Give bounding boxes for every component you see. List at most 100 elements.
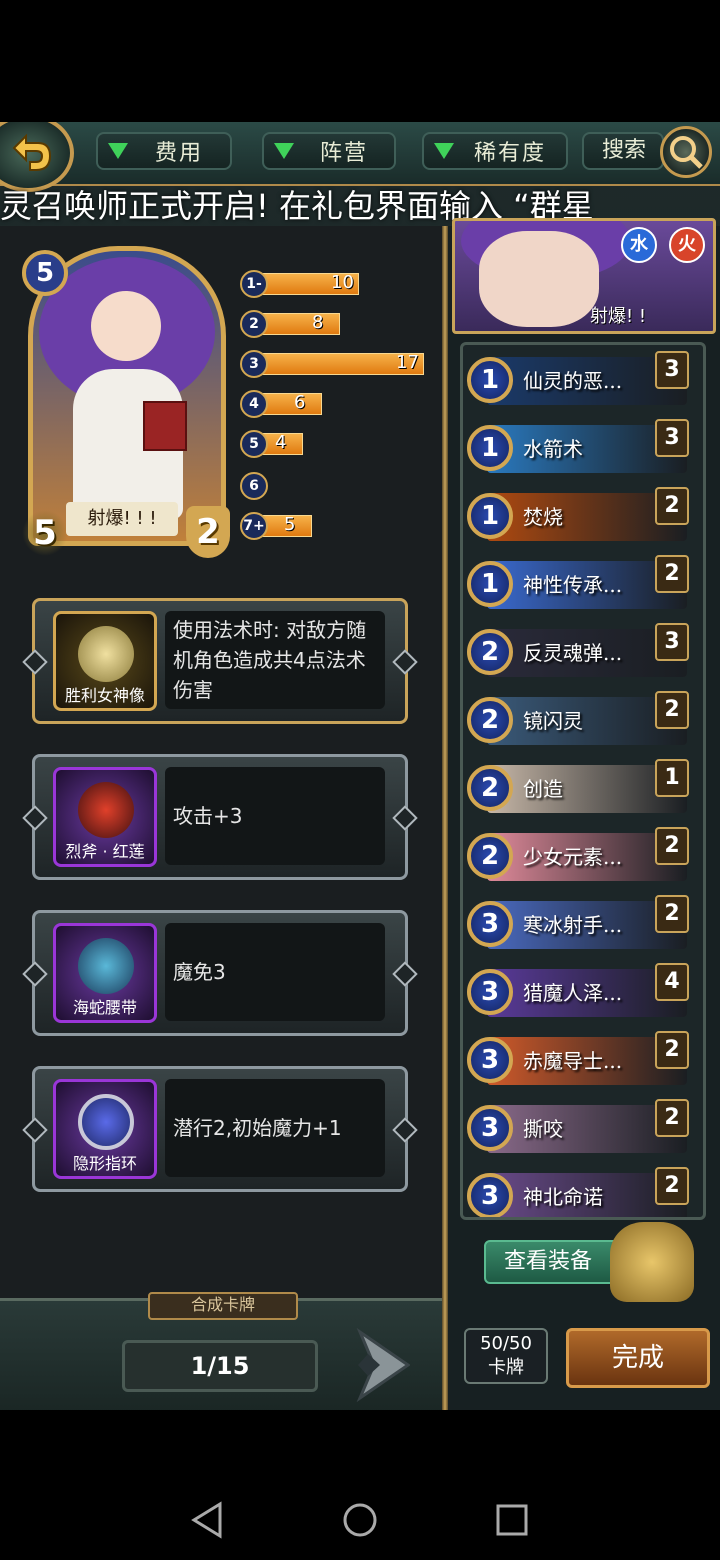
faction-filter-button[interactable]: 阵营 [262, 132, 396, 170]
card-cost-icon: 3 [467, 1105, 513, 1151]
card-name: 赤魔导士... [523, 1049, 623, 1073]
card-quantity: 2 [655, 1167, 689, 1205]
mana-curve-cost-icon: 1- [240, 270, 268, 298]
equipment-description: 潜行2,初始魔力+1 [165, 1079, 385, 1177]
deck-card-row[interactable]: 3 撕咬 2 [467, 1099, 691, 1157]
back-arrow-icon [12, 134, 52, 171]
card-cost-icon: 3 [467, 1173, 513, 1217]
deck-card-row[interactable]: 1 水箭术 3 [467, 419, 691, 477]
deck-card-row[interactable]: 3 寒冰射手... 2 [467, 895, 691, 953]
deck-card-count: 50/50 卡牌 [464, 1328, 548, 1384]
helmet-icon [610, 1222, 694, 1302]
card-attack: 5 [22, 510, 68, 556]
card-cost-icon: 1 [467, 425, 513, 471]
mana-curve-cost-icon: 3 [240, 350, 268, 378]
deck-card-row[interactable]: 2 反灵魂弹... 3 [467, 623, 691, 681]
cost-filter-button[interactable]: 费用 [96, 132, 232, 170]
mana-curve-count: 5 [284, 514, 296, 535]
mana-curve-cost-icon: 4 [240, 390, 268, 418]
next-page-arrow-icon[interactable] [350, 1327, 411, 1403]
mana-curve-cost-icon: 6 [240, 472, 268, 500]
card-cost-icon: 1 [467, 357, 513, 403]
synthesize-cards-tab[interactable]: 合成卡牌 [148, 1292, 298, 1320]
page-indicator: 1/15 [122, 1340, 318, 1392]
card-quantity: 2 [655, 827, 689, 865]
mana-curve-row: 10 1- [240, 270, 430, 300]
card-quantity: 2 [655, 487, 689, 525]
card-count-value: 50/50 [480, 1333, 532, 1354]
mana-curve-cost-icon: 7+ [240, 512, 268, 540]
deck-card-row[interactable]: 2 创造 1 [467, 759, 691, 817]
rarity-filter-label: 稀有度 [473, 141, 546, 166]
card-quantity: 4 [655, 963, 689, 1001]
deck-card-row[interactable]: 2 镜闪灵 2 [467, 691, 691, 749]
card-name: 焚烧 [523, 505, 563, 529]
card-name: 射爆! ! ! [66, 502, 178, 536]
card-name: 反灵魂弹... [523, 641, 623, 665]
back-button[interactable] [0, 122, 74, 192]
mana-curve-count: 6 [294, 392, 306, 413]
rarity-filter-button[interactable]: 稀有度 [422, 132, 568, 170]
fire-element-badge: 火 [669, 227, 705, 263]
card-name: 猎魔人泽... [523, 981, 623, 1005]
nav-home-icon[interactable] [342, 1502, 378, 1538]
card-quantity: 3 [655, 419, 689, 457]
card-cost-icon: 2 [467, 697, 513, 743]
axe-icon: 烈斧 · 红莲 [53, 767, 157, 867]
deck-card-row[interactable]: 3 神北命诺 2 [467, 1167, 691, 1217]
equipment-slot-4[interactable]: 隐形指环 潜行2,初始魔力+1 [22, 1066, 418, 1192]
deck-card-row[interactable]: 1 仙灵的恶... 3 [467, 351, 691, 409]
cost-filter-label: 费用 [154, 141, 203, 166]
deck-card-list[interactable]: 1 仙灵的恶... 3 1 水箭术 3 1 焚烧 2 1 神性传承... 2 2 反灵魂弹... 3 2 镜闪灵… [460, 342, 706, 1220]
nav-back-icon[interactable] [190, 1500, 224, 1540]
deck-card-row[interactable]: 2 少女元素... 2 [467, 827, 691, 885]
deck-card-row[interactable]: 1 神性传承... 2 [467, 555, 691, 613]
card-cost-icon: 1 [467, 561, 513, 607]
dropdown-triangle-icon [108, 143, 128, 159]
mana-curve-count: 8 [312, 312, 324, 333]
mana-curve-row: 45 [240, 430, 430, 460]
deck-card-row[interactable]: 1 焚烧 2 [467, 487, 691, 545]
done-button[interactable]: 完成 [566, 1328, 710, 1388]
card-name: 少女元素... [523, 845, 623, 869]
equipment-slot-2[interactable]: 烈斧 · 红莲 攻击+3 [22, 754, 418, 880]
equipment-description: 攻击+3 [165, 767, 385, 865]
mana-curve-bar [262, 393, 322, 415]
mana-curve-cost-icon: 5 [240, 430, 268, 458]
card-quantity: 2 [655, 555, 689, 593]
deck-card-row[interactable]: 3 赤魔导士... 2 [467, 1031, 691, 1089]
equipment-slot-1[interactable]: 胜利女神像 使用法术时: 对敌方随机角色造成共4点法术伤害 [22, 598, 418, 724]
water-element-badge: 水 [621, 227, 657, 263]
filter-bar: 费用 阵营 稀有度 搜索 [0, 122, 720, 192]
search-icon[interactable] [660, 126, 712, 178]
mana-curve-bar [262, 313, 340, 335]
nav-recents-icon[interactable] [496, 1504, 528, 1536]
system-nav-bar [0, 1410, 720, 1560]
card-quantity: 2 [655, 1099, 689, 1137]
belt-icon: 海蛇腰带 [53, 923, 157, 1023]
card-name: 撕咬 [523, 1117, 563, 1141]
mana-curve-row: 17 3 [240, 350, 430, 380]
card-cost-icon: 2 [467, 833, 513, 879]
deck-card-row[interactable]: 3 猎魔人泽... 4 [467, 963, 691, 1021]
equipment-description: 魔免3 [165, 923, 385, 1021]
mana-curve-row: 64 [240, 390, 430, 420]
victory-statue-icon: 胜利女神像 [53, 611, 157, 711]
card-health: 2 [186, 506, 230, 558]
card-cost-icon: 1 [467, 493, 513, 539]
mana-curve-row: 82 [240, 310, 430, 340]
card-name: 寒冰射手... [523, 913, 623, 937]
game-screen: 费用 阵营 稀有度 搜索 灵召唤师正式开启! 在礼包界面输入 “群星 5 5 射… [0, 122, 720, 1410]
card-cost-gem: 5 [22, 250, 68, 296]
equipment-slot-3[interactable]: 海蛇腰带 魔免3 [22, 910, 418, 1036]
hero-label: 射爆! ! [590, 306, 647, 327]
card-quantity: 2 [655, 895, 689, 933]
card-name: 仙灵的恶... [523, 369, 623, 393]
card-quantity: 2 [655, 691, 689, 729]
mana-curve-row: 6 [240, 472, 430, 502]
card-name: 神北命诺 [523, 1185, 603, 1209]
search-button[interactable]: 搜索 [582, 132, 664, 170]
card-name: 水箭术 [523, 437, 583, 461]
card-cost-icon: 2 [467, 629, 513, 675]
card-name: 创造 [523, 777, 563, 801]
